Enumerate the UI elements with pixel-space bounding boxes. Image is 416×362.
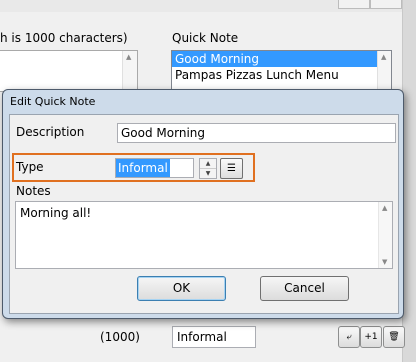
type-field[interactable]: Informal	[172, 326, 256, 348]
scroll-up-icon[interactable]: ▲	[382, 204, 387, 212]
type-selected-text: Informal	[116, 159, 170, 177]
dialog-title: Edit Quick Note	[10, 95, 96, 108]
scrollbar[interactable]: ▲	[122, 51, 137, 91]
notes-limit-label: h is 1000 characters)	[0, 31, 128, 45]
scrollbar[interactable]: ▲	[377, 51, 391, 91]
minimize-button[interactable]	[338, 0, 370, 9]
plus-one-button[interactable]: +1	[360, 326, 382, 348]
ok-button[interactable]: OK	[137, 276, 226, 301]
delete-button[interactable]: 🗑	[383, 326, 405, 348]
type-spinner[interactable]: ▲ ▼	[199, 158, 217, 179]
quick-note-list[interactable]: Good Morning Pampas Pizzas Lunch Menu ▲	[171, 50, 392, 92]
spin-up-icon[interactable]: ▲	[200, 159, 216, 169]
maximize-button[interactable]	[370, 0, 402, 9]
scroll-up-icon[interactable]: ▲	[381, 53, 386, 61]
insert-icon: ⤶	[346, 332, 352, 342]
parent-window-top	[0, 0, 416, 12]
notes-label: Notes	[16, 184, 51, 198]
type-label: Type	[16, 160, 44, 174]
quick-note-label: Quick Note	[172, 31, 239, 45]
scroll-up-icon[interactable]: ▲	[126, 53, 131, 61]
cancel-button[interactable]: Cancel	[260, 276, 349, 301]
edit-quick-note-dialog: Edit Quick Note Description Good Morning…	[2, 89, 404, 319]
char-count: (1000)	[100, 330, 140, 344]
list-icon: ☰	[227, 163, 236, 174]
list-item[interactable]: Good Morning	[172, 51, 391, 67]
parent-window-edge	[402, 0, 416, 362]
trash-icon: 🗑	[388, 332, 400, 342]
spin-down-icon[interactable]: ▼	[200, 169, 216, 178]
type-list-button[interactable]: ☰	[220, 158, 243, 179]
scroll-down-icon[interactable]: ▼	[382, 258, 387, 266]
description-label: Description	[16, 125, 85, 139]
list-item[interactable]: Pampas Pizzas Lunch Menu	[172, 67, 391, 83]
description-field[interactable]: Good Morning	[117, 123, 396, 143]
notes-text: Morning all!	[20, 206, 92, 220]
notes-textarea[interactable]: Morning all! ▲ ▼	[15, 201, 393, 269]
parent-notes-textarea[interactable]: ▲	[0, 50, 138, 92]
dialog-body: Description Good Morning Type Informal ▲…	[9, 114, 399, 314]
insert-button[interactable]: ⤶	[338, 326, 360, 348]
scrollbar[interactable]: ▲ ▼	[378, 202, 392, 268]
type-input[interactable]: Informal	[115, 158, 194, 178]
